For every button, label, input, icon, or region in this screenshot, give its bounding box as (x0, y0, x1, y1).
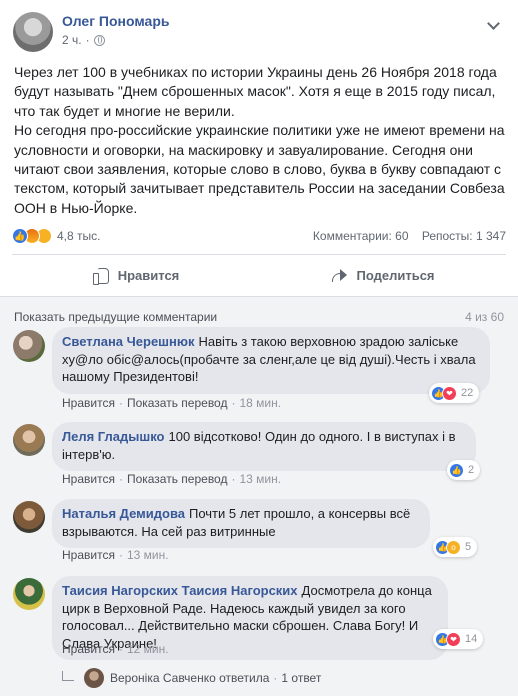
post-card: Олег Пономарь 2 ч. · Через лет 100 в уче… (0, 0, 518, 696)
comment-reactions[interactable]: 👍 o 5 (433, 537, 478, 557)
share-icon (330, 266, 348, 284)
comment-reactions-count: 22 (461, 387, 474, 399)
comment-like-link[interactable]: Нравится (62, 548, 115, 562)
comment-bubble: Леля Гладышко 100 відсотково! Один до одн… (52, 422, 476, 472)
commenter-name[interactable]: Таисия Нагорских Таисия Нагорских (62, 583, 298, 598)
chevron-down-icon[interactable] (482, 14, 504, 36)
love-icon: ❤ (446, 631, 461, 647)
replier-text: Вероніка Савченко ответила (110, 671, 270, 685)
reactions-count[interactable]: 4,8 тыс. (57, 229, 100, 243)
thumbs-up-icon (92, 266, 110, 285)
divider (12, 254, 506, 255)
reply-count: 1 ответ (281, 671, 322, 685)
comment-time[interactable]: 12 мин. (127, 642, 169, 656)
comment-reactions[interactable]: 👍 ❤ 14 (433, 629, 484, 649)
comment-reactions[interactable]: 👍 2 (447, 460, 481, 480)
reply-avatar (84, 668, 104, 688)
like-reaction-icon[interactable]: 👍 (12, 228, 28, 244)
commenter-name[interactable]: Наталья Демидова (62, 506, 185, 521)
post-meta: 2 ч. · (62, 33, 105, 47)
post-paragraph: Через лет 100 в учебниках по истории Укр… (14, 64, 497, 119)
reactions-summary: 👍 4,8 тыс. Комментарии: 60 Репосты: 1 34… (12, 226, 506, 246)
post-paragraph: Но сегодня про-российские украинские пол… (14, 122, 505, 216)
comment-like-link[interactable]: Нравится (62, 472, 115, 486)
globe-icon (93, 34, 105, 46)
share-button-label: Поделиться (356, 267, 435, 283)
commenter-avatar[interactable] (13, 501, 45, 533)
commenter-avatar[interactable] (13, 330, 45, 362)
post-time[interactable]: 2 ч. (62, 33, 82, 47)
show-previous-comments-link[interactable]: Показать предыдущие комментарии (14, 310, 217, 324)
comment-reactions[interactable]: 👍 ❤ 22 (429, 383, 480, 403)
comment-actions: Нравится · 13 мин. (62, 548, 169, 562)
reply-arrow-icon (62, 671, 74, 681)
like-button[interactable]: Нравится (12, 258, 259, 292)
author-name[interactable]: Олег Пономарь (62, 13, 169, 29)
comment-bubble: Наталья Демидова Почти 5 лет прошло, а ко… (52, 499, 430, 549)
comment-bubble: Светлана Черешнюк Навіть з такою верховно… (52, 327, 490, 394)
comment-like-link[interactable]: Нравится (62, 396, 115, 410)
show-translation-link[interactable]: Показать перевод (127, 472, 228, 486)
comment-time[interactable]: 18 мин. (239, 396, 281, 410)
author-avatar[interactable] (13, 12, 53, 52)
show-translation-link[interactable]: Показать перевод (127, 396, 228, 410)
comment-time[interactable]: 13 мин. (127, 548, 169, 562)
love-icon: ❤ (442, 385, 457, 401)
like-icon: 👍 (449, 462, 464, 478)
post-actions: Нравится Поделиться (12, 258, 506, 292)
view-replies-link[interactable]: Вероніка Савченко ответила · 1 ответ (62, 668, 321, 688)
shares-count[interactable]: Репосты: 1 347 (422, 229, 506, 243)
like-button-label: Нравится (117, 267, 180, 283)
comments-count[interactable]: Комментарии: 60 (313, 229, 409, 243)
commenter-avatar[interactable] (13, 578, 45, 610)
commenter-avatar[interactable] (13, 424, 45, 456)
share-button[interactable]: Поделиться (259, 258, 506, 292)
comment-reactions-count: 2 (468, 464, 475, 476)
comment-like-link[interactable]: Нравится (62, 642, 115, 656)
comment-actions: Нравится · 12 мин. (62, 642, 169, 656)
comment-reactions-count: 5 (465, 541, 472, 553)
commenter-name[interactable]: Светлана Черешнюк (62, 334, 194, 349)
comments-pager: 4 из 60 (465, 310, 504, 324)
comment-actions: Нравится · Показать перевод · 13 мин. (62, 472, 282, 486)
comment-reactions-count: 14 (465, 633, 478, 645)
post-text: Через лет 100 в учебниках по истории Укр… (14, 63, 506, 218)
commenter-name[interactable]: Леля Гладышко (62, 429, 164, 444)
post-stats: Комментарии: 60 Репосты: 1 347 (313, 229, 506, 243)
wow-icon: o (446, 539, 461, 555)
comment-actions: Нравится · Показать перевод · 18 мин. (62, 396, 282, 410)
comment-time[interactable]: 13 мин. (239, 472, 281, 486)
